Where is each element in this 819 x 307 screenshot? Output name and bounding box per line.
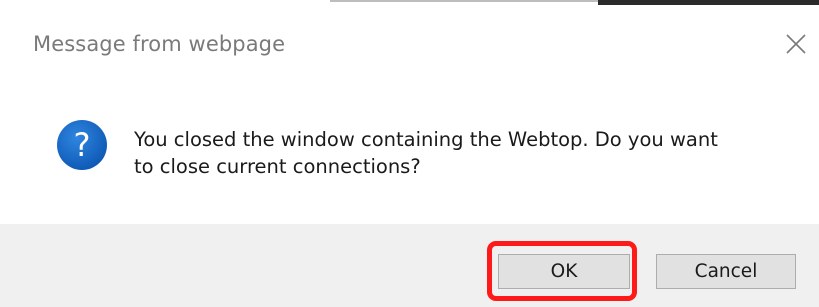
message-line-1: You closed the window containing the Web…	[134, 128, 718, 151]
ok-button[interactable]: OK	[498, 254, 630, 289]
message-dialog: Message from webpage ? You closed the wi…	[0, 0, 819, 307]
dialog-title-bar: Message from webpage	[0, 14, 819, 76]
message-line-2: to close current connections?	[134, 155, 421, 178]
background-window-edge	[0, 0, 819, 14]
cancel-button[interactable]: Cancel	[656, 254, 796, 289]
dialog-title: Message from webpage	[33, 32, 286, 56]
dialog-footer: OK Cancel	[0, 224, 819, 307]
question-mark-icon: ?	[57, 120, 107, 170]
dialog-message: You closed the window containing the Web…	[134, 126, 794, 180]
background-edge-dark-segment	[598, 0, 819, 5]
svg-text:?: ?	[74, 126, 91, 164]
close-button[interactable]	[780, 28, 812, 60]
dialog-content: ? You closed the window containing the W…	[0, 76, 819, 224]
background-edge-segment	[330, 0, 598, 2]
close-icon	[786, 34, 806, 54]
